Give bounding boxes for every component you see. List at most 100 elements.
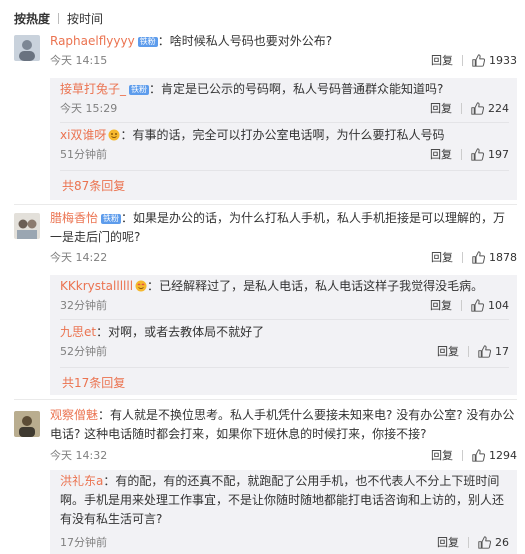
timestamp: 今天 15:29 [60, 102, 118, 115]
reply: xi双谁呀 ：有事的话，完全可以打办公室电话啊，为什么要打私人号码 51分钟前 回… [60, 126, 509, 161]
like-count: 197 [488, 147, 509, 161]
username[interactable]: xi双谁呀 [60, 128, 106, 142]
tab-divider [58, 12, 60, 24]
like-button[interactable]: 1878 [472, 251, 517, 264]
avatar[interactable] [14, 411, 40, 437]
reply-text: 洪礼东a：有的配，有的还真不配，就跑配了公用手机，也不代表人不分上下班时间 [60, 474, 500, 488]
sort-tabs: 按热度 按时间 [14, 9, 103, 27]
like-button[interactable]: 197 [471, 148, 509, 161]
timestamp: 17分钟前 [60, 536, 107, 549]
reply-text: 九思et：对啊，或者去教体局不就好了 [60, 325, 265, 339]
reply-divider [60, 122, 509, 123]
avatar[interactable] [14, 213, 40, 239]
like-count: 104 [488, 298, 509, 312]
reply: 九思et：对啊，或者去教体局不就好了 52分钟前 回复 17 [60, 323, 509, 358]
reply-content: 有的配，有的还真不配，就跑配了公用手机，也不代表人不分上下班时间 [115, 474, 500, 488]
meta-divider [462, 54, 463, 66]
comment-content: 啥时候私人号码也要对外公布? [169, 34, 333, 48]
thumbs-up-icon [472, 53, 485, 67]
reply-text: 接草打兔子_ 铁粉 ：肯定是已公示的号码啊，私人号码普通群众能知道吗? [60, 82, 444, 96]
reply-panel: KKkrystallllll ：已经解释过了，是私人电话，私人电话这样子我觉得没毛… [50, 275, 517, 395]
reply-text-line: 啊。手机是用来处理工作事宜，不是让你随时随地都能打电话咨询和上访的，别人还 [60, 493, 505, 507]
reply-content: 有事的话，完全可以打办公室电话啊，为什么要打私人号码 [132, 128, 445, 142]
meta-divider [461, 102, 462, 114]
meta-divider [462, 251, 463, 263]
reply-text: xi双谁呀 ：有事的话，完全可以打办公室电话啊，为什么要打私人号码 [60, 128, 445, 142]
username[interactable]: 九思et [60, 325, 96, 339]
comment-text-line: 电话? 这种电话随时都会打来，如果你下班休息的时候打来，你接不接? [50, 427, 427, 441]
thumbs-up-icon [472, 448, 485, 462]
comment-divider [14, 204, 517, 205]
username[interactable]: 接草打兔子_ [60, 82, 126, 96]
reply-panel: 洪礼东a：有的配，有的还真不配，就跑配了公用手机，也不代表人不分上下班时间 啊。… [50, 470, 517, 554]
reply: KKkrystallllll ：已经解释过了，是私人电话，私人电话这样子我觉得没毛… [60, 277, 509, 312]
username[interactable]: KKkrystallllll [60, 279, 133, 293]
meta-divider [468, 345, 469, 357]
like-count: 1933 [489, 53, 517, 67]
reply: 接草打兔子_ 铁粉 ：肯定是已公示的号码啊，私人号码普通群众能知道吗? 今天 15:… [60, 80, 509, 115]
timestamp: 今天 14:15 [50, 54, 108, 67]
reply-divider [60, 367, 509, 368]
comment-meta: 今天 14:32 回复 1294 [50, 447, 517, 463]
reply-meta: 今天 15:29 回复 224 [60, 100, 509, 116]
timestamp: 今天 14:22 [50, 251, 108, 264]
like-button[interactable]: 1294 [472, 449, 517, 462]
comment-meta: 今天 14:15 回复 1933 [50, 52, 517, 68]
reply: 洪礼东a：有的配，有的还真不配，就跑配了公用手机，也不代表人不分上下班时间 啊。… [60, 472, 509, 549]
thumbs-up-icon [471, 101, 484, 115]
reply-button[interactable]: 回复 [430, 100, 452, 116]
comment-divider [14, 399, 517, 400]
reply-meta: 17分钟前 回复 26 [60, 534, 509, 550]
reply-divider [60, 319, 509, 320]
meta-divider [461, 299, 462, 311]
comment-text: 腊梅香怡 铁粉 ：如果是办公的话，为什么打私人手机，私人手机拒接是可以理解的，万 [50, 211, 506, 225]
like-count: 26 [495, 535, 509, 549]
fan-badge: 铁粉 [101, 214, 122, 224]
reply-button[interactable]: 回复 [430, 297, 452, 313]
like-button[interactable]: 26 [478, 536, 509, 549]
reply-text: KKkrystallllll ：已经解释过了，是私人电话，私人电话这样子我觉得没毛… [60, 279, 484, 293]
reply-button[interactable]: 回复 [431, 249, 453, 265]
like-count: 1878 [489, 250, 517, 264]
username[interactable]: 观察僧魅 [50, 408, 98, 422]
reply-content: 已经解释过了，是私人电话，私人电话这样子我觉得没毛病。 [159, 279, 484, 293]
tab-by-time[interactable]: 按时间 [67, 10, 103, 27]
meta-divider [461, 148, 462, 160]
comment-content: 如果是办公的话，为什么打私人手机，私人手机拒接是可以理解的，万 [133, 211, 506, 225]
reply-button[interactable]: 回复 [431, 52, 453, 68]
more-replies-link[interactable]: 共87条回复 [62, 177, 125, 194]
more-replies-link[interactable]: 共17条回复 [62, 374, 125, 391]
thumbs-up-icon [471, 298, 484, 312]
emoji-icon [108, 129, 120, 141]
comment-text-line: 一是走后门的呢? [50, 230, 141, 244]
like-button[interactable]: 224 [471, 102, 509, 115]
username[interactable]: 腊梅香怡 [50, 211, 98, 225]
like-button[interactable]: 17 [478, 345, 509, 358]
timestamp: 今天 14:32 [50, 449, 108, 462]
comment-content: 有人就是不换位思考。私人手机凭什么要接未知来电? 没有办公室? 没有办公 [110, 408, 515, 422]
reply-content: 肯定是已公示的号码啊，私人号码普通群众能知道吗? [161, 82, 444, 96]
reply-button[interactable]: 回复 [431, 447, 453, 463]
reply-meta: 51分钟前 回复 197 [60, 146, 509, 162]
reply-button[interactable]: 回复 [430, 146, 452, 162]
username[interactable]: Raphaelflyyyy [50, 34, 135, 48]
reply-content: 对啊，或者去教体局不就好了 [108, 325, 265, 339]
comment-meta: 今天 14:22 回复 1878 [50, 249, 517, 265]
timestamp: 51分钟前 [60, 148, 107, 161]
like-button[interactable]: 1933 [472, 54, 517, 67]
avatar[interactable] [14, 35, 40, 61]
username[interactable]: 洪礼东a [60, 474, 103, 488]
timestamp: 52分钟前 [60, 345, 107, 358]
like-button[interactable]: 104 [471, 299, 509, 312]
reply-meta: 32分钟前 回复 104 [60, 297, 509, 313]
reply-divider [60, 170, 509, 171]
meta-divider [468, 536, 469, 548]
thumbs-up-icon [478, 535, 491, 549]
reply-panel: 接草打兔子_ 铁粉 ：肯定是已公示的号码啊，私人号码普通群众能知道吗? 今天 15:… [50, 78, 517, 200]
tab-by-hotness[interactable]: 按热度 [14, 10, 50, 27]
reply-button[interactable]: 回复 [437, 534, 459, 550]
reply-text-line: 有没有私生活可言? [60, 512, 163, 526]
thumbs-up-icon [472, 250, 485, 264]
comment-text: Raphaelflyyyy 铁粉 ：啥时候私人号码也要对外公布? [50, 34, 333, 48]
reply-button[interactable]: 回复 [437, 343, 459, 359]
